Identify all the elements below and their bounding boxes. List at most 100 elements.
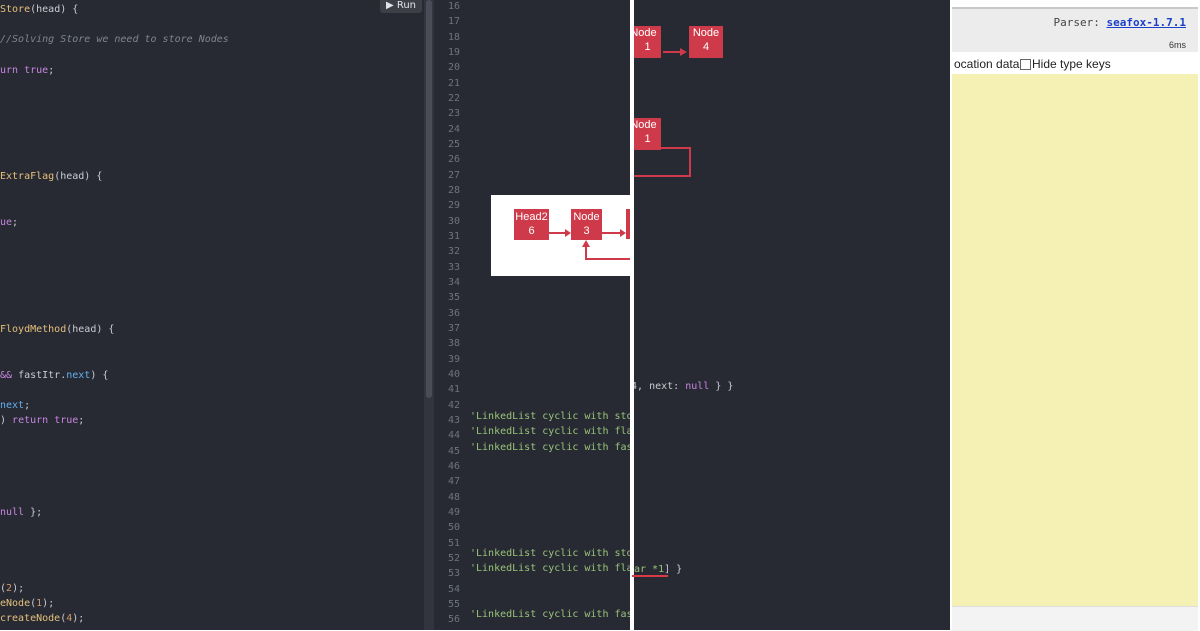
code-token: //Solving Store we need to store Nodes	[0, 34, 229, 45]
line-number: 55	[447, 598, 460, 610]
line-number: 32	[447, 246, 460, 258]
diagram-arrows	[549, 229, 630, 260]
line-number: 28	[447, 184, 460, 196]
code-token: ExtraFlag	[0, 171, 55, 182]
line-number: 56	[447, 614, 460, 626]
line-number: 29	[447, 200, 460, 212]
code-line: createNode(4);	[0, 611, 84, 626]
code-line: 'LinkedList cyclic with store	[470, 411, 630, 422]
code-line-41-tail: 4, next: null } }	[634, 379, 733, 394]
line-number: 27	[447, 169, 460, 181]
code-line: eNode(1);	[0, 596, 54, 611]
line-number: 23	[447, 108, 460, 120]
scrollbar-thumb[interactable]	[426, 0, 432, 398]
code-token: next	[649, 381, 674, 392]
code-line: 'LinkedList cyclic with fast	[470, 609, 630, 620]
ast-output-area[interactable]	[952, 74, 1198, 606]
code-line: urn true;	[0, 63, 54, 78]
code-token: return	[12, 415, 55, 426]
line-number: 47	[447, 476, 460, 488]
code-token: true	[24, 65, 49, 76]
parse-time: 6ms	[1168, 40, 1186, 50]
code-token: urn	[0, 65, 25, 76]
code-token: ;	[48, 65, 55, 76]
code-token: ] }	[664, 564, 683, 575]
code-token: );	[72, 613, 85, 624]
line-number: 41	[447, 384, 460, 396]
code-line: ue;	[0, 215, 18, 230]
parser-header: Parser: seafox-1.7.1 6ms	[952, 7, 1198, 54]
code-line: FloydMethod(head) {	[0, 322, 114, 337]
line-number: 18	[447, 31, 460, 43]
panel-footer	[952, 606, 1198, 631]
linked-list-diagram: Head2 6 Node 3	[491, 195, 630, 276]
code-line: 'LinkedList cyclic with fast	[470, 442, 630, 453]
line-number: 46	[447, 460, 460, 472]
line-number: 38	[447, 338, 460, 350]
line-number: 50	[447, 522, 460, 534]
code-token: ) {	[90, 370, 109, 381]
code-line: ExtraFlag(head) {	[0, 169, 102, 184]
error-underline	[632, 575, 668, 577]
line-number: 44	[447, 430, 460, 442]
code-token: );	[42, 598, 55, 609]
code-token: next	[0, 400, 25, 411]
code-token: fastItr	[18, 370, 61, 381]
code-line: //Solving Store we need to store Nodes	[0, 32, 229, 47]
code-token: null	[0, 507, 25, 518]
line-number: 19	[447, 46, 460, 58]
line-number: 37	[447, 322, 460, 334]
line-number: 53	[447, 568, 460, 580]
code-line: 'LinkedList cyclic with store	[470, 548, 630, 559]
middle-right-editor[interactable]: Node 1 Node 4 Node 1 4, next: null } } a…	[634, 0, 950, 630]
code-token: );	[12, 583, 25, 594]
code-token: };	[24, 507, 43, 518]
line-number: 40	[447, 368, 460, 380]
line-number: 48	[447, 491, 460, 503]
code-line: Store(head) {	[0, 2, 78, 17]
code-token: Store	[0, 4, 31, 15]
code-token: 4,	[634, 381, 644, 392]
code-line: next;	[0, 398, 30, 413]
line-number: 21	[447, 77, 460, 89]
line-number: 52	[447, 552, 460, 564]
location-data-option[interactable]: ocation data	[954, 57, 1019, 71]
line-number: 16	[447, 1, 460, 12]
line-number: 51	[447, 537, 460, 549]
code-token: eNode	[0, 598, 31, 609]
hide-type-keys-checkbox[interactable]	[1020, 59, 1031, 70]
code-token: createNode	[0, 613, 61, 624]
code-token: (head) {	[66, 324, 115, 335]
left-editor-scrollbar[interactable]	[424, 0, 434, 630]
line-number: 22	[447, 92, 460, 104]
code-token: } }	[709, 381, 734, 392]
line-number: 17	[447, 16, 460, 28]
code-token: ue	[0, 217, 13, 228]
code-token: ;	[78, 415, 85, 426]
parser-link[interactable]: seafox-1.7.1	[1107, 16, 1186, 29]
line-number: 39	[447, 353, 460, 365]
code-line: (2);	[0, 581, 24, 596]
run-button[interactable]: ▶ Run	[380, 0, 422, 13]
right-diagram-arrows	[634, 48, 691, 177]
line-number: 49	[447, 506, 460, 518]
line-number: 35	[447, 292, 460, 304]
code-token: null	[685, 381, 710, 392]
line-number: 26	[447, 154, 460, 166]
line-number: 25	[447, 138, 460, 150]
output-options: ocation data Hide type keys	[952, 52, 1198, 74]
code-token: :	[673, 381, 686, 392]
line-number: 24	[447, 123, 460, 135]
code-line: && fastItr.next) {	[0, 368, 108, 383]
line-number: 45	[447, 445, 460, 457]
left-code-editor[interactable]: Store(head) {//Solving Store we need to …	[0, 0, 424, 630]
line-number: 36	[447, 307, 460, 319]
code-line: ) return true;	[0, 413, 84, 428]
parser-info: Parser: seafox-1.7.1	[1054, 16, 1186, 29]
line-number: 31	[447, 230, 460, 242]
hide-type-keys-label[interactable]: Hide type keys	[1032, 57, 1111, 71]
line-number: 54	[447, 583, 460, 595]
middle-code-editor[interactable]: 'LinkedList cyclic with store 'LinkedList…	[434, 0, 630, 630]
parser-label: Parser:	[1053, 16, 1100, 29]
code-token: FloydMethod	[0, 324, 67, 335]
